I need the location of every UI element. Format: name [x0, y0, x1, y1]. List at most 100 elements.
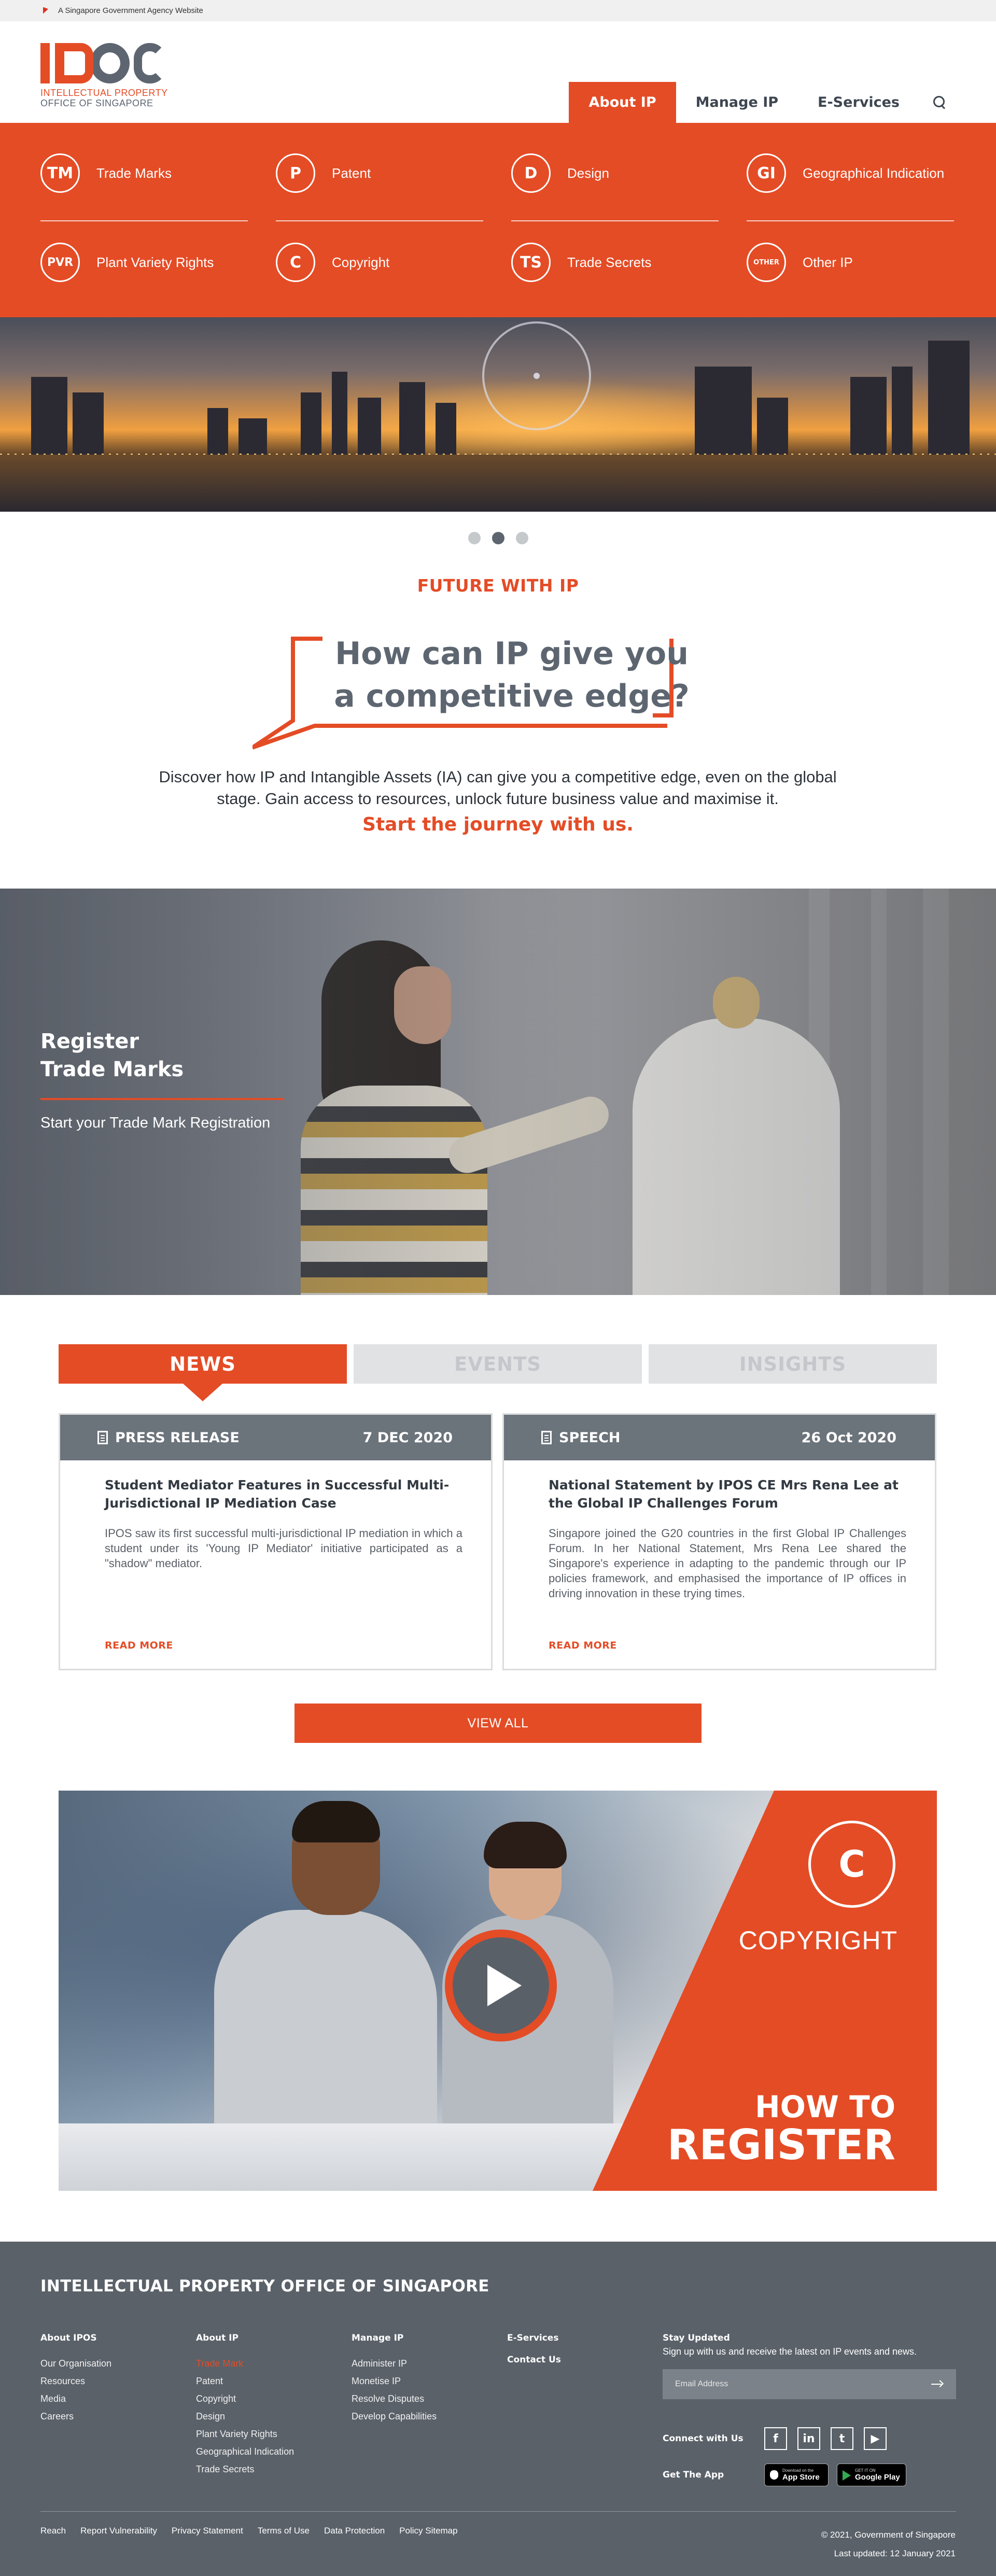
get-app-heading: Get The App	[663, 2470, 724, 2480]
nav-manage-ip[interactable]: Manage IP	[676, 82, 798, 123]
footer-link[interactable]: Resources	[40, 2372, 186, 2390]
hero-skyline-image	[0, 317, 996, 512]
register-label: REGISTER	[667, 2121, 895, 2169]
footer-link-data-protection[interactable]: Data Protection	[324, 2526, 385, 2536]
news-title[interactable]: Student Mediator Features in Successful …	[105, 1476, 462, 1512]
ipos-logo[interactable]: INTELLECTUAL PROPERTY OFFICE OF SINGAPOR…	[40, 42, 191, 108]
menu-item-label: Design	[567, 165, 609, 181]
future-with-ip-section: FUTURE WITH IP	[0, 575, 996, 596]
document-icon	[97, 1431, 108, 1444]
nav-about-ip[interactable]: About IP	[569, 82, 676, 123]
linkedin-icon[interactable]: in	[797, 2427, 820, 2450]
menu-divider	[40, 220, 248, 221]
menu-item-trade-secrets[interactable]: TS Trade Secrets	[511, 241, 719, 284]
menu-item-plant-variety-rights[interactable]: PVR Plant Variety Rights	[40, 241, 248, 284]
footer-link[interactable]: Our Organisation	[40, 2355, 186, 2372]
read-more-link[interactable]: READ MORE	[549, 1640, 617, 1651]
observation-wheel	[482, 321, 591, 430]
search-icon	[933, 95, 947, 109]
email-placeholder: Email Address	[675, 2380, 728, 2388]
facebook-icon[interactable]: f	[764, 2427, 787, 2450]
email-field[interactable]: Email Address	[663, 2369, 956, 2399]
copyright-text: © 2021, Government of Singapore	[821, 2530, 956, 2540]
connect-heading: Connect with Us	[663, 2433, 744, 2444]
menu-item-copyright[interactable]: C Copyright	[276, 241, 483, 284]
carousel-dot-2[interactable]	[492, 532, 504, 544]
footer-link-report-vulnerability[interactable]: Report Vulnerability	[80, 2526, 157, 2536]
news-title[interactable]: National Statement by IPOS CE Mrs Rena L…	[549, 1476, 906, 1512]
menu-item-other-ip[interactable]: OTHER Other IP	[747, 241, 954, 284]
footer-link[interactable]: Trade Mark	[196, 2355, 341, 2372]
p-badge-icon: P	[276, 153, 315, 193]
footer-link[interactable]: Trade Secrets	[196, 2460, 341, 2478]
menu-item-design[interactable]: D Design	[511, 151, 719, 195]
document-icon	[541, 1431, 552, 1444]
menu-item-geographical-indication[interactable]: GI Geographical Indication	[747, 151, 954, 195]
footer-copyright: © 2021, Government of Singapore Last upd…	[821, 2526, 956, 2563]
lion-head-icon	[41, 6, 51, 16]
footer-link-privacy-statement[interactable]: Privacy Statement	[172, 2526, 243, 2536]
site-footer: INTELLECTUAL PROPERTY OFFICE OF SINGAPOR…	[0, 2242, 996, 2576]
footer-heading[interactable]: E-Services	[507, 2333, 652, 2343]
footer-heading[interactable]: Manage IP	[352, 2333, 497, 2343]
footer-heading[interactable]: About IP	[196, 2333, 341, 2343]
footer-link[interactable]: Monetise IP	[352, 2372, 497, 2390]
last-updated-text: Last updated: 12 January 2021	[834, 2549, 956, 2558]
footer-link[interactable]: Resolve Disputes	[352, 2390, 497, 2408]
app-store-badge[interactable]: Download on the App Store	[764, 2464, 829, 2486]
footer-link[interactable]: Develop Capabilities	[352, 2408, 497, 2425]
footer-link[interactable]: Geographical Indication	[196, 2443, 341, 2460]
nav-e-services[interactable]: E-Services	[798, 82, 919, 123]
news-date: 7 DEC 2020	[362, 1429, 453, 1446]
footer-link[interactable]: Copyright	[196, 2390, 341, 2408]
menu-item-label: Other IP	[803, 254, 853, 270]
register-trade-marks-banner[interactable]: Register Trade Marks Start your Trade Ma…	[0, 889, 996, 1295]
footer-link[interactable]: Media	[40, 2390, 186, 2408]
future-cta-link[interactable]: Start the journey with us.	[0, 814, 996, 835]
footer-link-terms-of-use[interactable]: Terms of Use	[258, 2526, 310, 2536]
footer-link[interactable]: Design	[196, 2408, 341, 2425]
tab-insights[interactable]: INSIGHTS	[649, 1344, 937, 1384]
news-card-header: SPEECH 26 Oct 2020	[504, 1415, 935, 1460]
menu-item-patent[interactable]: P Patent	[276, 151, 483, 195]
menu-divider	[747, 220, 954, 221]
play-icon	[487, 1965, 522, 2006]
google-play-badge[interactable]: GET IT ON Google Play	[837, 2464, 906, 2486]
news-card[interactable]: PRESS RELEASE 7 DEC 2020 Student Mediato…	[59, 1413, 493, 1670]
ts-badge-icon: TS	[511, 243, 551, 282]
copyright-how-to-video[interactable]: C COPYRIGHT HOW TO REGISTER	[59, 1791, 937, 2191]
menu-item-label: Plant Variety Rights	[96, 254, 214, 270]
future-headline: How can IP give you a competitive edge?	[334, 636, 690, 714]
search-button[interactable]	[919, 82, 961, 123]
footer-link[interactable]: Plant Variety Rights	[196, 2425, 341, 2443]
footer-link-reach[interactable]: Reach	[40, 2526, 66, 2536]
footer-link[interactable]: Administer IP	[352, 2355, 497, 2372]
carousel-dot-1[interactable]	[468, 532, 481, 544]
footer-link[interactable]: Careers	[40, 2408, 186, 2425]
gov-banner-text: A Singapore Government Agency Website	[58, 6, 203, 15]
menu-item-label: Geographical Indication	[803, 165, 945, 181]
footer-link[interactable]: Patent	[196, 2372, 341, 2390]
view-all-button[interactable]: VIEW ALL	[294, 1704, 702, 1743]
carousel-dot-3[interactable]	[515, 532, 528, 544]
news-card[interactable]: SPEECH 26 Oct 2020 National Statement by…	[502, 1413, 936, 1670]
menu-item-label: Trade Secrets	[567, 254, 652, 270]
menu-item-trade-marks[interactable]: TM Trade Marks	[40, 151, 248, 195]
logo-mark	[40, 42, 191, 83]
menu-divider	[511, 220, 719, 221]
footer-divider	[40, 2511, 956, 2512]
tab-news[interactable]: NEWS	[59, 1344, 347, 1401]
play-button[interactable]	[445, 1930, 557, 2042]
footer-heading[interactable]: About IPOS	[40, 2333, 186, 2343]
tab-events[interactable]: EVENTS	[354, 1344, 642, 1384]
d-badge-icon: D	[511, 153, 551, 193]
footer-contact-us[interactable]: Contact Us	[507, 2355, 652, 2365]
twitter-icon[interactable]: t	[831, 2427, 853, 2450]
youtube-icon[interactable]: ▶	[864, 2427, 887, 2450]
read-more-link[interactable]: READ MORE	[105, 1640, 173, 1651]
footer-col-about-ipos: About IPOS Our Organisation Resources Me…	[40, 2333, 186, 2425]
tm-badge-icon: TM	[40, 153, 80, 193]
footer-link-policy-sitemap[interactable]: Policy Sitemap	[399, 2526, 457, 2536]
stay-updated: Stay Updated Sign up with us and receive…	[663, 2333, 958, 2357]
arrow-right-icon[interactable]	[931, 2380, 944, 2388]
